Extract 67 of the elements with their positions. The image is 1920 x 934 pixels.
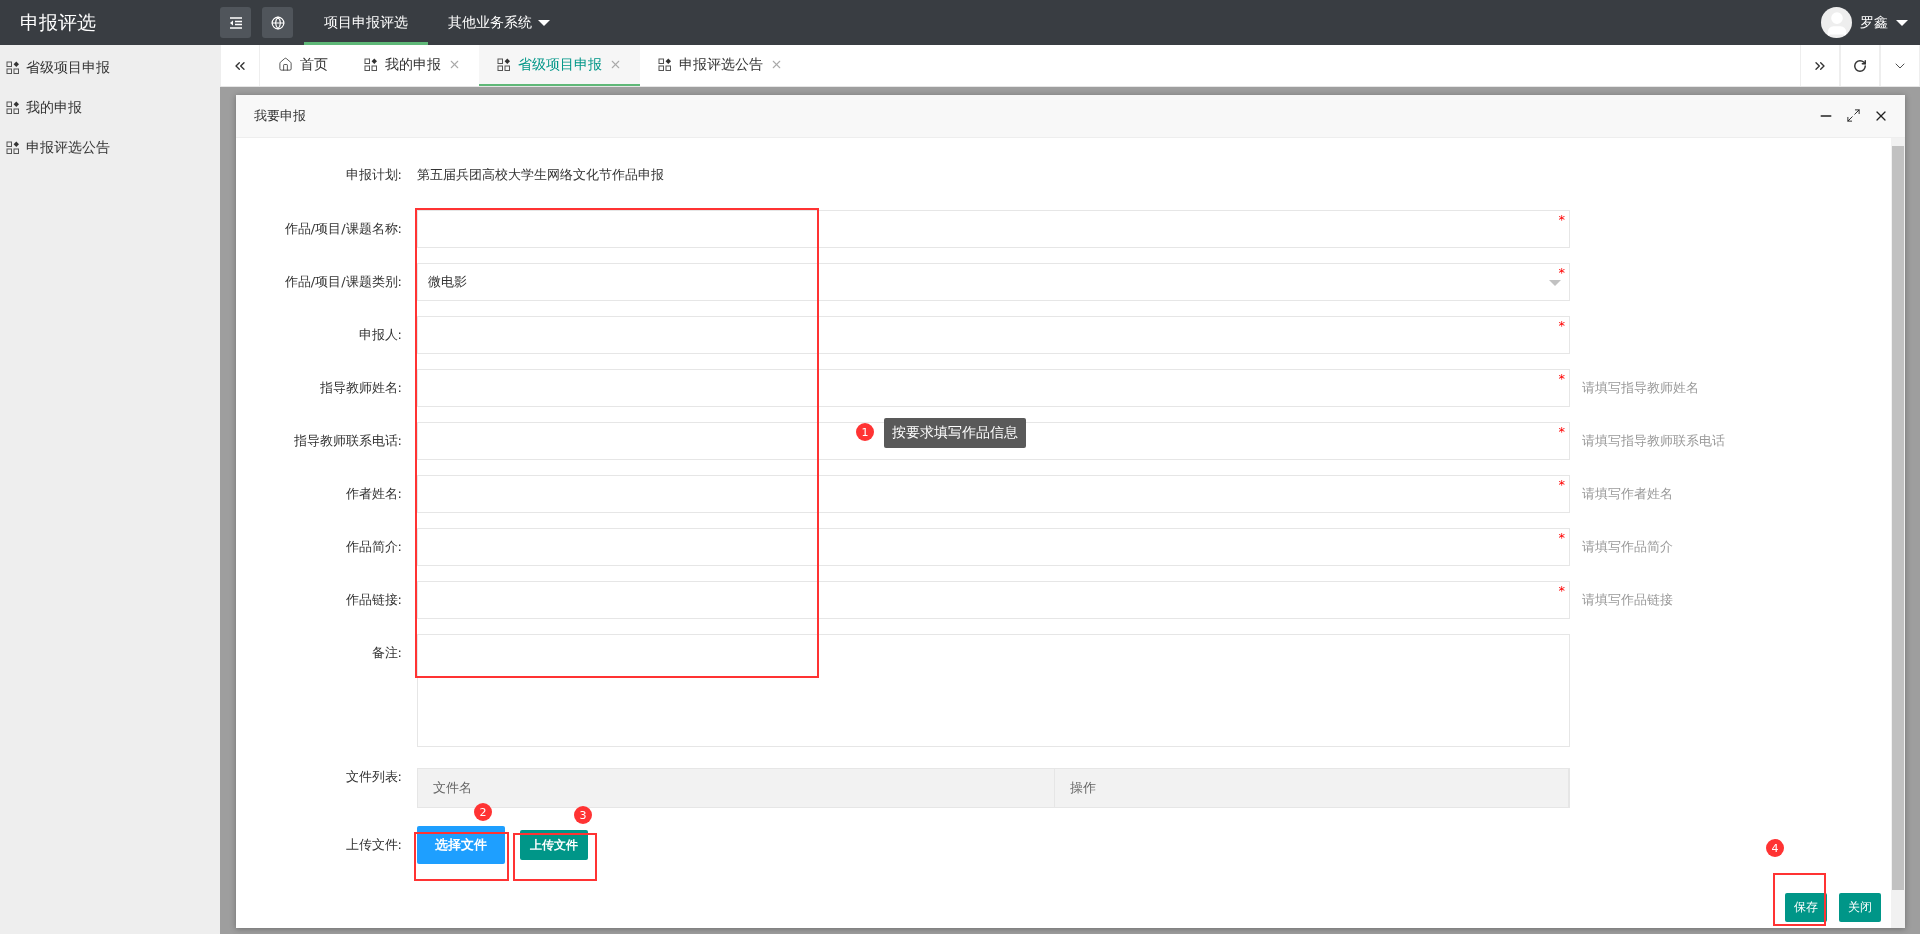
tab[interactable]: 省级项目申报 — [479, 45, 640, 86]
refresh-icon — [1853, 58, 1867, 73]
input-field[interactable]: * — [417, 316, 1570, 354]
grid-icon — [6, 141, 20, 155]
tooltip: 按要求填写作品信息 — [884, 418, 1026, 448]
caret-icon — [1549, 280, 1561, 286]
field-label: 申报人: — [357, 326, 402, 344]
upload-button[interactable]: 上传文件 — [520, 830, 588, 860]
input-field[interactable]: * — [417, 528, 1570, 566]
field-label: 作者姓名: — [344, 485, 402, 503]
field-label: 作品/项目/课题类别: — [283, 273, 402, 291]
sidebar-item[interactable]: 省级项目申报 — [0, 48, 220, 88]
field-label: 申报计划: — [344, 166, 402, 184]
dialog-title: 我要申报 — [254, 107, 306, 125]
globe-button[interactable] — [262, 7, 293, 38]
close-button[interactable]: 关闭 — [1839, 893, 1881, 922]
field-label: 文件列表: — [344, 768, 402, 786]
field-label: 指导教师姓名: — [318, 379, 402, 397]
field-hint: 请填写作品链接 — [1582, 591, 1674, 609]
field-label: 作品简介: — [344, 538, 402, 556]
sidebar-item[interactable]: 我的申报 — [0, 88, 220, 128]
field-hint: 请填写指导教师联系电话 — [1582, 432, 1726, 450]
save-button[interactable]: 保存 — [1785, 893, 1827, 922]
avatar[interactable] — [1821, 7, 1852, 38]
field-label: 作品/项目/课题名称: — [283, 220, 402, 238]
app-title: 申报评选 — [19, 9, 97, 35]
required-mark: * — [1558, 583, 1565, 598]
required-mark: * — [1558, 318, 1565, 333]
user-name[interactable]: 罗鑫 — [1860, 13, 1888, 32]
menu-toggle-button[interactable] — [220, 7, 251, 38]
field-label: 指导教师联系电话: — [292, 432, 402, 450]
refresh-button[interactable] — [1840, 45, 1880, 86]
field-hint: 请填写作品简介 — [1582, 538, 1674, 556]
maximize-icon[interactable] — [1846, 108, 1861, 123]
required-mark: * — [1558, 371, 1565, 386]
nav-item[interactable]: 其他业务系统 — [428, 0, 570, 45]
textarea-field[interactable] — [417, 634, 1570, 747]
caret-icon[interactable] — [1896, 19, 1908, 26]
sidebar-item[interactable]: 申报评选公告 — [0, 128, 220, 168]
grid-icon — [6, 101, 20, 115]
input-field[interactable]: * — [417, 369, 1570, 407]
home-icon — [278, 57, 293, 72]
plan-value: 第五届兵团高校大学生网络文化节作品申报 — [417, 166, 665, 184]
field-label: 备注: — [370, 644, 402, 662]
scrollbar[interactable] — [1891, 138, 1905, 928]
field-label: 作品链接: — [344, 591, 402, 609]
input-field[interactable]: * — [417, 210, 1570, 248]
highlight-frame — [1773, 873, 1826, 926]
required-mark: * — [1558, 477, 1565, 492]
grid-icon — [497, 57, 511, 72]
grid-icon — [364, 57, 378, 72]
required-mark: * — [1558, 212, 1565, 227]
required-mark: * — [1558, 424, 1565, 439]
globe-icon — [270, 15, 285, 30]
field-label: 上传文件: — [344, 836, 402, 854]
input-field[interactable]: * — [417, 581, 1570, 619]
input-field[interactable]: * — [417, 475, 1570, 513]
choose-file-button[interactable]: 选择文件 — [417, 826, 505, 864]
required-mark: * — [1558, 530, 1565, 545]
column-header: 操作 — [1055, 769, 1569, 807]
select-field[interactable]: 微电影 * — [417, 263, 1570, 301]
grid-icon — [658, 57, 672, 72]
required-mark: * — [1558, 265, 1565, 280]
indent-icon — [228, 16, 243, 29]
field-hint: 请填写指导教师姓名 — [1582, 379, 1700, 397]
field-hint: 请填写作者姓名 — [1582, 485, 1674, 503]
grid-icon — [6, 61, 20, 75]
